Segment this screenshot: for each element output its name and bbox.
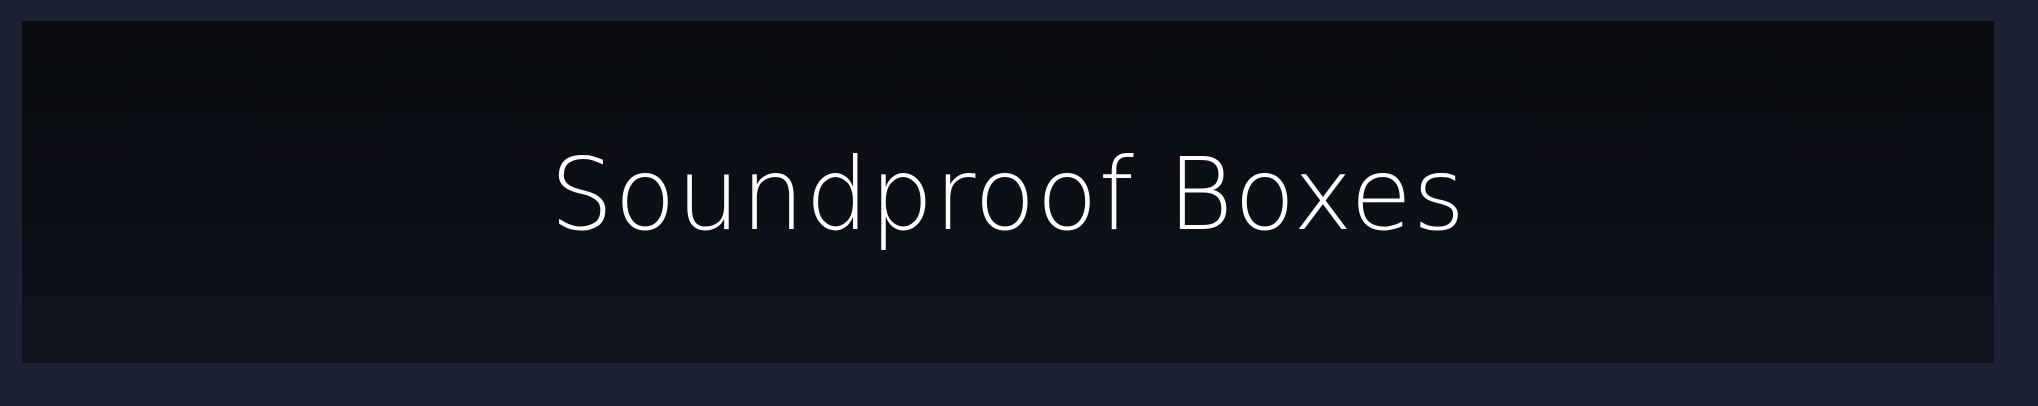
banner-panel: Soundproof Boxes xyxy=(22,21,1994,363)
banner-title: Soundproof Boxes xyxy=(550,136,1466,253)
